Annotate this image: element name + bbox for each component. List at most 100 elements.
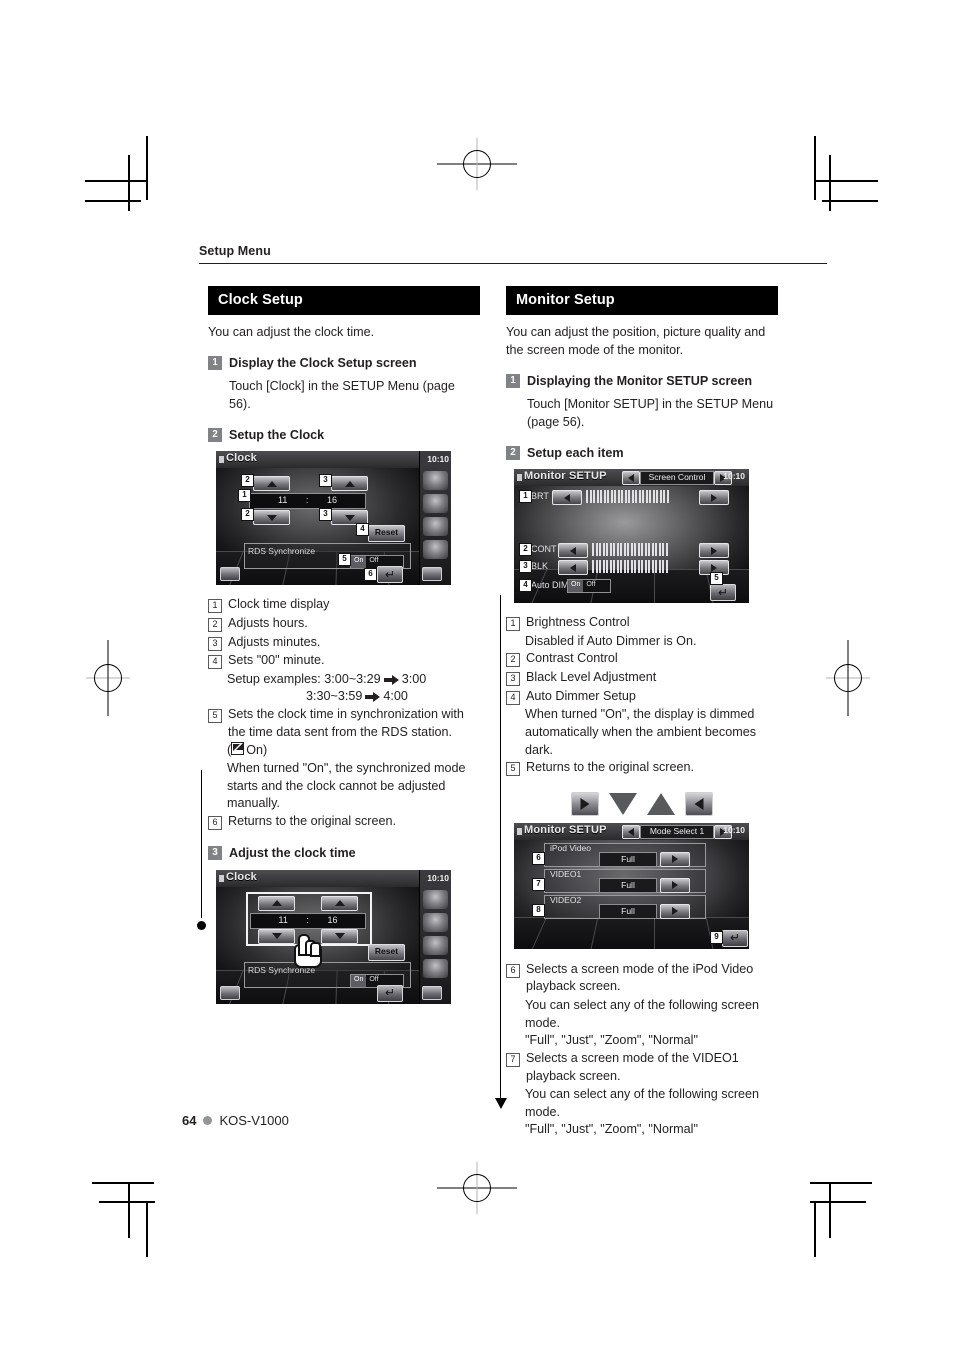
hours-up-button[interactable] xyxy=(253,476,290,492)
screen-titlebar: Clock xyxy=(216,869,451,887)
sidebar-icon-audio[interactable] xyxy=(423,517,448,537)
callout-text: Brightness Control xyxy=(526,615,630,630)
reset-button[interactable]: Reset xyxy=(368,943,405,961)
ipod-video-label: iPod Video xyxy=(550,842,591,853)
clock-hours-value: 11 xyxy=(278,495,288,506)
toggle-on-label[interactable]: On xyxy=(351,556,367,569)
screen-clock-display: 10:10 xyxy=(723,471,745,482)
return-button[interactable] xyxy=(377,566,403,584)
reset-button[interactable]: Reset xyxy=(368,525,405,543)
mode-prev-button[interactable] xyxy=(622,824,640,839)
ipod-video-mode-value: Full xyxy=(599,851,657,867)
brightness-label: BRT xyxy=(531,491,549,502)
callout-tag-6-ipod-video: 6 xyxy=(532,851,545,865)
hours-up-button[interactable] xyxy=(258,895,295,911)
clock-time-display: 11 : 16 xyxy=(249,493,366,510)
screen-clock-display: 10:10 xyxy=(427,872,449,883)
step-title: Displaying the Monitor SETUP screen xyxy=(527,373,753,388)
toggle-on-label[interactable]: On xyxy=(568,580,584,593)
screenshot-monitor-setup-mode-select: Monitor SETUP Mode Select 1 10:10 iPod V… xyxy=(514,822,749,949)
brightness-decrease-button[interactable] xyxy=(552,490,582,506)
screen-mode-label: Screen Control xyxy=(640,471,714,486)
video2-mode-next-button[interactable] xyxy=(660,903,690,919)
left-flow-line xyxy=(201,770,203,918)
mode-prev-button[interactable] xyxy=(622,471,640,486)
volume-down-button[interactable] xyxy=(220,985,240,1000)
callout-1-note: Disabled if Auto Dimmer is On. xyxy=(525,633,697,648)
contrast-slider[interactable] xyxy=(592,543,668,557)
sidebar-icon-menu[interactable] xyxy=(423,540,448,560)
registration-mark-bottom xyxy=(437,1162,517,1214)
step-1-display-clock-setup: 1 Display the Clock Setup screen xyxy=(208,355,480,371)
black-level-slider[interactable] xyxy=(592,560,668,574)
video1-label: VIDEO1 xyxy=(550,868,582,879)
play-left-button-icon xyxy=(685,791,713,816)
callout-tag-5-return: 5 xyxy=(710,572,723,586)
step-2-setup-the-clock: 2 Setup the Clock xyxy=(208,427,480,443)
center-flow-arrowhead xyxy=(495,1098,507,1109)
sidebar-icon-audio[interactable] xyxy=(423,935,448,955)
callout-6-note: You can select any of the following scre… xyxy=(525,998,760,1030)
volume-up-button[interactable] xyxy=(422,985,442,1000)
minutes-down-button[interactable] xyxy=(321,928,358,944)
page-content: Setup Menu Clock Setup You can adjust th… xyxy=(199,244,827,1136)
screen-sidebar[interactable]: 10:10 xyxy=(419,869,451,1004)
callout-number: 4 xyxy=(506,690,520,705)
step-1-body: Touch [Monitor SETUP] in the SETUP Menu … xyxy=(527,397,774,429)
callout-item: 6 Returns to the original screen. xyxy=(208,813,480,831)
example-result-2: 4:00 xyxy=(383,689,408,704)
rds-synchronize-label: RDS Synchronize xyxy=(248,546,316,557)
bullet-dot-icon xyxy=(203,1116,213,1125)
callout-tag-4-auto-dimmer: 4 xyxy=(519,579,532,593)
titlebar-marker-icon xyxy=(517,827,522,835)
return-button[interactable] xyxy=(377,984,403,1002)
volume-up-button[interactable] xyxy=(422,567,442,582)
titlebar-marker-icon xyxy=(219,874,224,882)
callout-text: Returns to the original screen. xyxy=(526,760,695,775)
toggle-off-label[interactable]: Off xyxy=(583,580,598,592)
checkmark-box-icon xyxy=(231,742,245,756)
sidebar-icon-source[interactable] xyxy=(423,471,448,491)
screen-mode-label: Mode Select 1 xyxy=(640,824,714,839)
callout-tag-3-black-level: 3 xyxy=(519,560,532,574)
hours-down-button[interactable] xyxy=(258,928,295,944)
toggle-on-label[interactable]: On xyxy=(351,974,367,987)
video1-mode-next-button[interactable] xyxy=(660,877,690,893)
screen-navigation-glyphs xyxy=(506,791,778,817)
ipod-video-mode-next-button[interactable] xyxy=(660,851,690,867)
contrast-increase-button[interactable] xyxy=(699,543,729,559)
registration-mark-top xyxy=(437,138,517,190)
sidebar-icon-setup[interactable] xyxy=(423,494,448,514)
minutes-up-button[interactable] xyxy=(321,895,358,911)
callout-number: 1 xyxy=(208,599,222,614)
clock-separator: : xyxy=(305,495,309,506)
return-button[interactable] xyxy=(710,584,736,602)
screen-titlebar: Monitor SETUP Screen Control 10:10 xyxy=(514,469,749,487)
sidebar-icon-menu[interactable] xyxy=(423,958,448,978)
hand-pointer-icon xyxy=(292,933,322,968)
black-level-decrease-button[interactable] xyxy=(558,560,588,576)
hours-down-button[interactable] xyxy=(253,510,290,526)
brightness-increase-button[interactable] xyxy=(699,490,729,506)
brightness-slider[interactable] xyxy=(586,490,669,504)
contrast-decrease-button[interactable] xyxy=(558,543,588,559)
sidebar-icon-setup[interactable] xyxy=(423,912,448,932)
volume-down-button[interactable] xyxy=(220,567,240,582)
monitor-callout-list-top: 1 Brightness Control Disabled if Auto Di… xyxy=(506,614,778,777)
return-button[interactable] xyxy=(722,929,748,947)
callout-tag-6-return: 6 xyxy=(364,568,377,582)
minutes-up-button[interactable] xyxy=(331,476,368,492)
callout-number: 5 xyxy=(208,709,222,724)
clock-minutes-value: 16 xyxy=(326,495,337,506)
callout-number: 2 xyxy=(506,653,520,668)
example-range-2: 3:30~3:59 xyxy=(306,689,363,704)
callout-5-default-state: (On) xyxy=(227,742,268,758)
screen-title: Clock xyxy=(226,870,257,883)
screen-sidebar[interactable]: 10:10 xyxy=(419,451,451,586)
auto-dim-toggle[interactable]: On Off xyxy=(567,579,611,594)
sidebar-icon-source[interactable] xyxy=(423,889,448,909)
callout-number: 3 xyxy=(208,636,222,651)
column-monitor-setup: Monitor Setup You can adjust the positio… xyxy=(506,286,778,1139)
example-range-1: Setup examples: 3:00~3:29 xyxy=(227,671,381,686)
step-title: Display the Clock Setup screen xyxy=(229,355,417,370)
